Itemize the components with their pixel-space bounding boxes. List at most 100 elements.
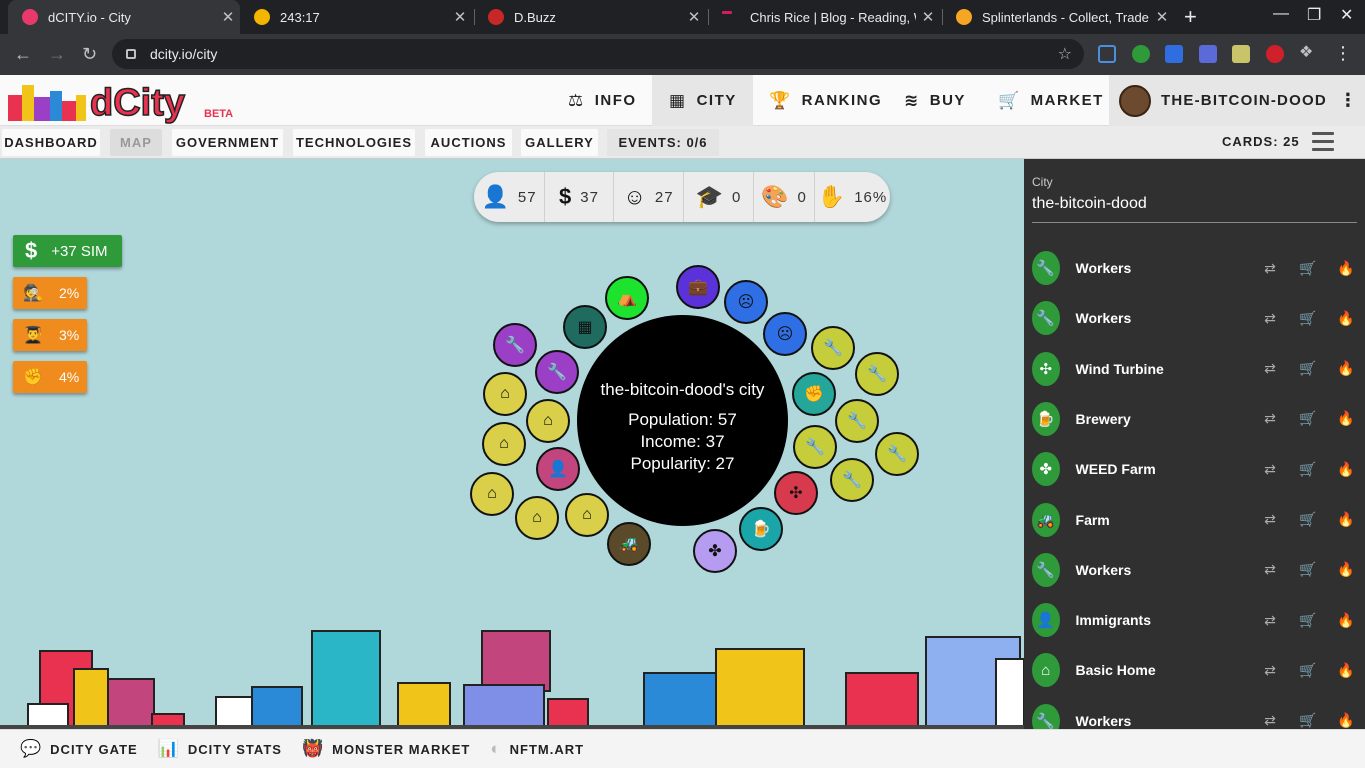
browser-menu-icon[interactable]: ⋮ xyxy=(1334,43,1352,64)
transfer-icon[interactable]: ⇄ xyxy=(1251,561,1289,578)
burn-icon[interactable]: 🔥 xyxy=(1327,662,1365,679)
building-bubble[interactable]: 🔧 xyxy=(811,326,855,370)
cart-icon[interactable]: 🛒 xyxy=(1289,461,1327,478)
building-list-item[interactable]: 👤 Immigrants ⇄ 🛒 🔥 xyxy=(1024,595,1365,645)
building-list-item[interactable]: 🔧 Workers ⇄ 🛒 🔥 xyxy=(1024,696,1365,729)
cart-icon[interactable]: 🛒 xyxy=(1289,360,1327,377)
tab-close-icon[interactable]: ✕ xyxy=(448,8,472,26)
browser-tab-dcity[interactable]: dCITY.io - City ✕ xyxy=(8,0,240,34)
browser-tab-dbuzz[interactable]: D.Buzz ✕ xyxy=(474,0,706,34)
hamburger-menu-icon[interactable] xyxy=(1312,132,1334,152)
cart-icon[interactable]: 🛒 xyxy=(1289,511,1327,528)
building-bubble[interactable]: 🚜 xyxy=(607,522,651,566)
building-list-item[interactable]: ⌂ Basic Home ⇄ 🛒 🔥 xyxy=(1024,645,1365,695)
transfer-icon[interactable]: ⇄ xyxy=(1251,712,1289,729)
building-list-item[interactable]: 🔧 Workers ⇄ 🛒 🔥 xyxy=(1024,293,1365,343)
footer-link-dcity-stats[interactable]: 📊 DCITY STATS xyxy=(158,739,282,759)
tab-auctions[interactable]: AUCTIONS xyxy=(425,129,512,156)
bookmark-star-icon[interactable]: ☆ xyxy=(1058,44,1072,64)
extensions-puzzle-icon[interactable]: ❖ xyxy=(1299,42,1317,61)
cart-icon[interactable]: 🛒 xyxy=(1289,260,1327,277)
cart-icon[interactable]: 🛒 xyxy=(1289,561,1327,578)
nav-info[interactable]: ⚖ INFO xyxy=(556,75,652,126)
burn-icon[interactable]: 🔥 xyxy=(1327,260,1365,277)
building-bubble[interactable]: ✤ xyxy=(693,529,737,573)
building-bubble[interactable]: ⌂ xyxy=(526,399,570,443)
tab-dashboard[interactable]: DASHBOARD xyxy=(2,129,100,156)
building-list-item[interactable]: ✣ Wind Turbine ⇄ 🛒 🔥 xyxy=(1024,344,1365,394)
cart-icon[interactable]: 🛒 xyxy=(1289,612,1327,629)
extension-p2-icon[interactable] xyxy=(1165,45,1183,63)
nav-market[interactable]: 🛒 MARKET xyxy=(984,75,1109,126)
city-field-value[interactable]: the-bitcoin-dood xyxy=(1032,195,1147,213)
transfer-icon[interactable]: ⇄ xyxy=(1251,511,1289,528)
building-bubble[interactable]: ☹ xyxy=(763,312,807,356)
building-list-item[interactable]: 🔧 Workers ⇄ 🛒 🔥 xyxy=(1024,243,1365,293)
building-list-item[interactable]: ✤ WEED Farm ⇄ 🛒 🔥 xyxy=(1024,444,1365,494)
building-bubble[interactable]: 🔧 xyxy=(793,425,837,469)
tab-government[interactable]: GOVERNMENT xyxy=(172,129,283,156)
evernote-extension-icon[interactable] xyxy=(1132,45,1150,63)
tab-close-icon[interactable]: ✕ xyxy=(916,8,940,26)
building-bubble[interactable]: 💼 xyxy=(676,265,720,309)
tab-technologies[interactable]: TECHNOLOGIES xyxy=(293,129,415,156)
reload-icon[interactable]: ↻ xyxy=(82,44,97,65)
new-tab-button[interactable]: + xyxy=(1184,4,1197,30)
building-bubble[interactable]: ⌂ xyxy=(470,472,514,516)
browser-tab-splinterlands[interactable]: Splinterlands - Collect, Trade, ✕ xyxy=(942,0,1174,34)
footer-link-dcity-gate[interactable]: 💬 DCITY GATE xyxy=(20,739,138,759)
tab-close-icon[interactable]: ✕ xyxy=(1150,8,1174,26)
burn-icon[interactable]: 🔥 xyxy=(1327,511,1365,528)
building-list-item[interactable]: 🚜 Farm ⇄ 🛒 🔥 xyxy=(1024,495,1365,545)
burn-icon[interactable]: 🔥 xyxy=(1327,310,1365,327)
transfer-icon[interactable]: ⇄ xyxy=(1251,461,1289,478)
transfer-icon[interactable]: ⇄ xyxy=(1251,410,1289,427)
cart-icon[interactable]: 🛒 xyxy=(1289,410,1327,427)
building-bubble[interactable]: ⌂ xyxy=(515,496,559,540)
browser-tab-243[interactable]: 243:17 ✕ xyxy=(240,0,472,34)
building-bubble[interactable]: 🔧 xyxy=(875,432,919,476)
cart-icon[interactable]: 🛒 xyxy=(1289,310,1327,327)
building-bubble[interactable]: 🔧 xyxy=(830,458,874,502)
building-bubble[interactable]: 🔧 xyxy=(535,350,579,394)
extension-p-icon[interactable] xyxy=(1098,45,1116,63)
tab-gallery[interactable]: GALLERY xyxy=(521,129,598,156)
minimize-button[interactable]: — xyxy=(1273,5,1289,23)
restore-button[interactable]: ❐ xyxy=(1307,5,1321,25)
extension-note-icon[interactable] xyxy=(1232,45,1250,63)
transfer-icon[interactable]: ⇄ xyxy=(1251,310,1289,327)
building-bubble[interactable]: 👤 xyxy=(536,447,580,491)
footer-link-monster-market[interactable]: 👹 MONSTER MARKET xyxy=(302,739,470,759)
crime-rate-badge[interactable]: 🕵 2% xyxy=(13,277,87,309)
transfer-icon[interactable]: ⇄ xyxy=(1251,260,1289,277)
building-bubble[interactable]: ⌂ xyxy=(565,493,609,537)
building-list-item[interactable]: 🍺 Brewery ⇄ 🛒 🔥 xyxy=(1024,394,1365,444)
transfer-icon[interactable]: ⇄ xyxy=(1251,360,1289,377)
building-list-item[interactable]: 🔧 Workers ⇄ 🛒 🔥 xyxy=(1024,545,1365,595)
building-bubble[interactable]: ⌂ xyxy=(482,422,526,466)
burn-icon[interactable]: 🔥 xyxy=(1327,461,1365,478)
tab-close-icon[interactable]: ✕ xyxy=(682,8,706,26)
nav-buy[interactable]: ≋ BUY xyxy=(888,75,984,126)
building-bubble[interactable]: ✊ xyxy=(792,372,836,416)
building-bubble[interactable]: ✣ xyxy=(774,471,818,515)
more-vert-icon[interactable]: ⋮ xyxy=(1339,90,1358,111)
burn-icon[interactable]: 🔥 xyxy=(1327,360,1365,377)
building-bubble[interactable]: 🔧 xyxy=(855,352,899,396)
burn-icon[interactable]: 🔥 xyxy=(1327,561,1365,578)
building-bubble[interactable]: 🔧 xyxy=(493,323,537,367)
close-window-button[interactable]: ✕ xyxy=(1340,5,1353,25)
cart-icon[interactable]: 🛒 xyxy=(1289,712,1327,729)
nav-ranking[interactable]: 🏆 RANKING xyxy=(753,75,888,126)
transfer-icon[interactable]: ⇄ xyxy=(1251,662,1289,679)
browser-tab-chris-rice[interactable]: Chris Rice | Blog - Reading, W ✕ xyxy=(708,0,940,34)
tab-close-icon[interactable]: ✕ xyxy=(216,8,240,26)
cart-icon[interactable]: 🛒 xyxy=(1289,662,1327,679)
burn-icon[interactable]: 🔥 xyxy=(1327,612,1365,629)
nav-city[interactable]: ▦ CITY xyxy=(652,75,753,126)
extension-key-icon[interactable] xyxy=(1266,45,1284,63)
extension-cursor-icon[interactable] xyxy=(1199,45,1217,63)
building-bubble[interactable]: ⌂ xyxy=(483,372,527,416)
back-arrow-icon[interactable]: ← xyxy=(14,44,32,65)
burn-icon[interactable]: 🔥 xyxy=(1327,712,1365,729)
